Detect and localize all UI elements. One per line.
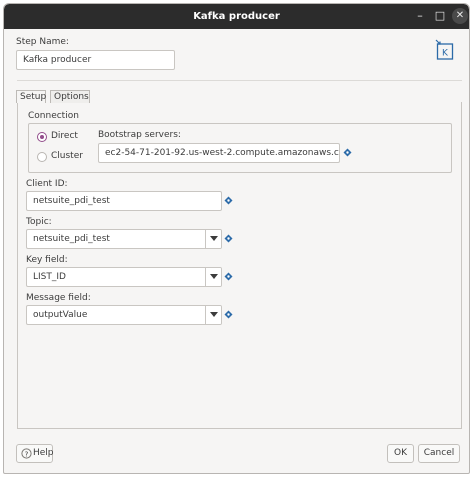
cluster-radio[interactable]: [37, 152, 47, 162]
dialog-window: Kafka producer – □ ✕ Step Name: Kafka pr…: [3, 3, 470, 474]
help-button[interactable]: ? Help: [16, 444, 54, 463]
tab-options-label: Options: [54, 92, 89, 102]
variable-diamond-icon[interactable]: [224, 272, 233, 281]
svg-text:?: ?: [25, 450, 29, 458]
help-button-label: Help: [33, 448, 54, 458]
bootstrap-servers-input[interactable]: ec2-54-71-201-92.us-west-2.compute.amazo…: [98, 143, 340, 163]
tab-setup[interactable]: Setup: [16, 90, 46, 103]
help-icon: ?: [21, 448, 32, 459]
minimize-button[interactable]: –: [412, 8, 428, 24]
svg-text:K: K: [442, 49, 449, 59]
chevron-down-icon: [210, 236, 218, 241]
direct-radio-label[interactable]: Direct: [51, 131, 78, 141]
connection-group-label: Connection: [28, 111, 79, 121]
tab-options[interactable]: Options: [50, 90, 90, 103]
cluster-radio-label[interactable]: Cluster: [51, 151, 83, 161]
title-bar[interactable]: Kafka producer – □ ✕: [4, 4, 469, 29]
chevron-down-icon: [210, 274, 218, 279]
bootstrap-servers-label: Bootstrap servers:: [98, 130, 181, 140]
topic-combo[interactable]: netsuite_pdi_test: [26, 229, 222, 249]
key-field-dropdown-button[interactable]: [205, 268, 221, 286]
cancel-button[interactable]: Cancel: [418, 444, 460, 463]
client-id-input[interactable]: netsuite_pdi_test: [26, 191, 222, 211]
message-field-combo[interactable]: outputValue: [26, 305, 222, 325]
header-separator: [17, 80, 462, 81]
variable-diamond-icon[interactable]: [343, 148, 352, 157]
topic-value: netsuite_pdi_test: [33, 234, 110, 244]
client-id-label: Client ID:: [26, 179, 68, 189]
maximize-button[interactable]: □: [432, 8, 448, 24]
tab-setup-label: Setup: [20, 92, 47, 102]
variable-diamond-icon[interactable]: [224, 196, 233, 205]
variable-diamond-icon[interactable]: [224, 310, 233, 319]
step-name-input[interactable]: Kafka producer: [16, 50, 175, 70]
direct-radio[interactable]: [37, 132, 47, 142]
topic-dropdown-button[interactable]: [205, 230, 221, 248]
message-field-value: outputValue: [33, 310, 88, 320]
key-field-label: Key field:: [26, 255, 68, 265]
topic-label: Topic:: [26, 217, 52, 227]
key-field-value: LIST_ID: [33, 272, 66, 282]
message-field-dropdown-button[interactable]: [205, 306, 221, 324]
kafka-logo-icon: K: [435, 39, 455, 61]
close-button[interactable]: ✕: [452, 8, 468, 24]
ok-button[interactable]: OK: [387, 444, 414, 463]
window-title: Kafka producer: [193, 11, 280, 22]
key-field-combo[interactable]: LIST_ID: [26, 267, 222, 287]
step-name-label: Step Name:: [16, 37, 69, 47]
variable-diamond-icon[interactable]: [224, 234, 233, 243]
chevron-down-icon: [210, 312, 218, 317]
message-field-label: Message field:: [26, 293, 91, 303]
